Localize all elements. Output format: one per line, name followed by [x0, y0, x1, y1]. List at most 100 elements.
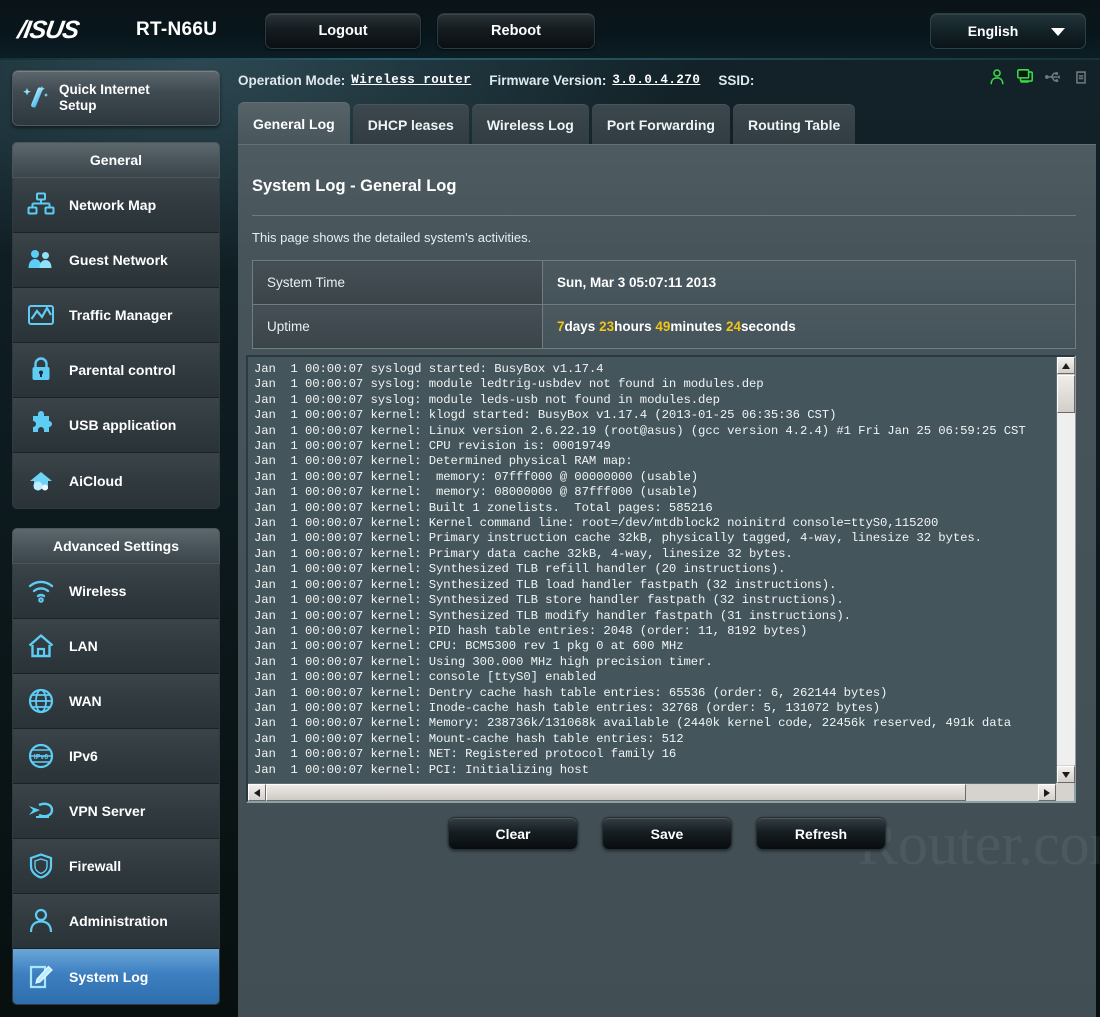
- firmware-version-label: Firmware Version:: [489, 72, 607, 88]
- operation-mode-value[interactable]: Wireless router: [351, 73, 471, 87]
- usb-icon[interactable]: [1044, 68, 1062, 86]
- sidebar-item-label: Network Map: [69, 197, 157, 213]
- arrow-down-icon: [1062, 771, 1070, 778]
- sidebar-item-system-log[interactable]: System Log: [13, 949, 219, 1004]
- sidebar-item-wireless[interactable]: Wireless: [13, 564, 219, 619]
- sidebar-item-label: VPN Server: [69, 803, 146, 819]
- info-bar: Operation Mode: Wireless router Firmware…: [238, 60, 1100, 100]
- uptime-minutes-num: 49: [655, 319, 671, 334]
- cloud-icon: [13, 467, 69, 495]
- tab-port-forwarding[interactable]: Port Forwarding: [591, 104, 730, 146]
- uptime-seconds-num: 24: [725, 319, 741, 334]
- operation-mode-label: Operation Mode:: [238, 72, 346, 88]
- sidebar-item-guest-network[interactable]: Guest Network: [13, 233, 219, 288]
- refresh-button[interactable]: Refresh: [756, 817, 886, 850]
- scroll-down-button[interactable]: [1057, 766, 1075, 783]
- title-divider: [252, 215, 1076, 216]
- log-horizontal-scrollbar[interactable]: [248, 783, 1056, 801]
- scroll-left-button[interactable]: [248, 784, 266, 801]
- traffic-manager-icon: [13, 301, 69, 329]
- system-info-table: System Time Sun, Mar 3 05:07:11 2013 Upt…: [252, 260, 1076, 349]
- sidebar-item-traffic-manager[interactable]: Traffic Manager: [13, 288, 219, 343]
- sidebar-item-usb-application[interactable]: USB application: [13, 398, 219, 453]
- sidebar-item-label: Traffic Manager: [69, 307, 173, 323]
- system-log-textarea[interactable]: Jan 1 00:00:07 syslogd started: BusyBox …: [246, 355, 1076, 803]
- uptime-hours-unit: hours: [614, 319, 652, 334]
- sidebar-item-label: WAN: [69, 693, 102, 709]
- ipv6-globe-icon: IPv6: [13, 742, 69, 770]
- globe-icon: [13, 687, 69, 715]
- sidebar-item-lan[interactable]: LAN: [13, 619, 219, 674]
- page-description: This page shows the detailed system's ac…: [252, 230, 532, 245]
- client-user-icon[interactable]: [988, 68, 1006, 86]
- scrollbar-corner: [1056, 783, 1074, 801]
- router-model-name: RT-N66U: [136, 19, 218, 40]
- quick-internet-setup-button[interactable]: Quick Internet Setup: [12, 70, 220, 126]
- vertical-scroll-thumb[interactable]: [1057, 375, 1075, 413]
- printer-icon[interactable]: [1072, 68, 1090, 86]
- sidebar-item-ipv6[interactable]: IPv6 IPv6: [13, 729, 219, 784]
- sidebar-item-label: LAN: [69, 638, 98, 654]
- chevron-down-icon: [1051, 28, 1065, 36]
- sidebar-item-label: USB application: [69, 417, 177, 433]
- nav-group-advanced-list: Wireless LAN WAN IPv6 IPv6 VPN Server Fi…: [12, 564, 220, 1005]
- nav-group-advanced: Advanced Settings Wireless LAN WAN IPv6 …: [12, 528, 220, 1005]
- save-button[interactable]: Save: [602, 817, 732, 850]
- nav-group-general-title: General: [12, 142, 220, 178]
- log-edit-icon: [13, 963, 69, 991]
- table-row: Uptime 7days 23hours 49minutes 24seconds: [252, 304, 1076, 349]
- quick-internet-setup-label: Quick Internet Setup: [59, 82, 150, 113]
- tab-general-log[interactable]: General Log: [238, 102, 350, 146]
- scroll-right-button[interactable]: [1038, 784, 1056, 801]
- horizontal-scroll-thumb[interactable]: [266, 784, 966, 801]
- lock-icon: [13, 356, 69, 384]
- person-icon: [13, 907, 69, 935]
- firmware-version-value[interactable]: 3.0.0.4.270: [612, 73, 700, 87]
- arrow-up-icon: [1062, 362, 1070, 369]
- table-row: System Time Sun, Mar 3 05:07:11 2013: [252, 260, 1076, 305]
- sidebar-item-label: Wireless: [69, 583, 127, 599]
- status-icon-group: [988, 68, 1090, 86]
- uptime-minutes-unit: minutes: [670, 319, 723, 334]
- uptime-seconds-unit: seconds: [740, 319, 796, 334]
- wifi-icon: [13, 577, 69, 605]
- sidebar-item-label: Guest Network: [69, 252, 168, 268]
- language-label: English: [967, 23, 1019, 39]
- reboot-button[interactable]: Reboot: [437, 13, 595, 49]
- tab-wireless-log[interactable]: Wireless Log: [471, 104, 589, 146]
- sidebar-item-vpn-server[interactable]: VPN Server: [13, 784, 219, 839]
- system-time-label: System Time: [252, 260, 543, 305]
- vertical-scroll-track[interactable]: [1057, 413, 1075, 765]
- scroll-up-button[interactable]: [1057, 357, 1075, 374]
- sidebar-item-network-map[interactable]: Network Map: [13, 178, 219, 233]
- sidebar-item-aicloud[interactable]: AiCloud: [13, 453, 219, 508]
- log-vertical-scrollbar[interactable]: [1056, 357, 1075, 783]
- magic-wand-icon: [13, 83, 59, 113]
- ssid-label: SSID:: [718, 72, 755, 88]
- sidebar-item-label: Firewall: [69, 858, 122, 874]
- sidebar-item-wan[interactable]: WAN: [13, 674, 219, 729]
- guest-network-icon: [13, 246, 69, 274]
- sidebar-item-administration[interactable]: Administration: [13, 894, 219, 949]
- home-icon: [13, 632, 69, 660]
- page-title: System Log - General Log: [252, 177, 457, 195]
- sidebar-item-label: System Log: [69, 968, 149, 985]
- language-selector[interactable]: English: [930, 13, 1086, 49]
- sidebar-item-label: Administration: [69, 913, 168, 929]
- sidebar-item-firewall[interactable]: Firewall: [13, 839, 219, 894]
- logout-button[interactable]: Logout: [265, 13, 421, 49]
- shield-icon: [13, 852, 69, 880]
- tab-routing-table[interactable]: Routing Table: [732, 104, 856, 146]
- asus-logo: /ISUS: [15, 16, 81, 44]
- system-log-content[interactable]: Jan 1 00:00:07 syslogd started: BusyBox …: [250, 359, 1044, 777]
- clear-button[interactable]: Clear: [448, 817, 578, 850]
- tab-dhcp-leases[interactable]: DHCP leases: [352, 104, 469, 146]
- action-button-row: Clear Save Refresh: [238, 817, 1096, 850]
- sidebar-item-label: AiCloud: [69, 472, 123, 489]
- uptime-hours-num: 23: [599, 319, 615, 334]
- arrow-left-icon: [254, 788, 260, 797]
- arrow-right-icon: [1044, 788, 1050, 797]
- top-bar: /ISUS RT-N66U Logout Reboot English: [0, 0, 1100, 60]
- sidebar-item-parental-control[interactable]: Parental control: [13, 343, 219, 398]
- monitor-icon[interactable]: [1016, 68, 1034, 86]
